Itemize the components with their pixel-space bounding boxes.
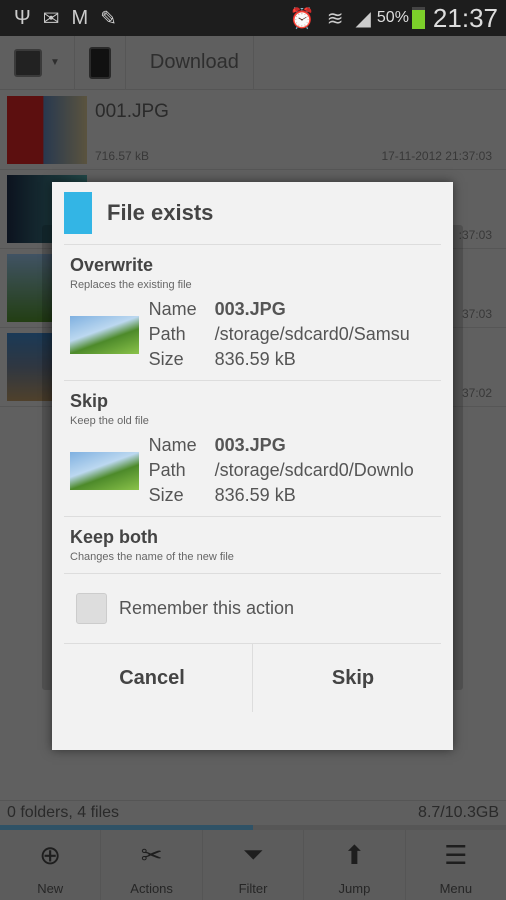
breadcrumb: ▼ Download xyxy=(0,35,506,90)
menu-icon: ☰ xyxy=(444,840,468,870)
tools-icon: ✂ xyxy=(140,840,163,870)
file-thumbnail xyxy=(70,451,139,490)
file-path: /storage/sdcard0/Downlo xyxy=(214,460,414,480)
path-label: Path xyxy=(148,460,186,480)
name-label: Name xyxy=(148,299,197,319)
status-bar: Ψ ✉ M ✎ ⏰ ≋ ◢ 50% 21:37 xyxy=(0,0,506,36)
alarm-icon: ⏰ xyxy=(289,7,315,30)
dialog-accent-icon xyxy=(64,192,92,234)
file-name: 003.JPG xyxy=(214,299,286,319)
actions-button[interactable]: ✂ Actions xyxy=(101,830,203,900)
option-title: Skip xyxy=(70,391,109,411)
file-row[interactable]: 001.JPG 716.57 kB 17-11-2012 21:37:03 xyxy=(0,91,506,170)
cancel-button[interactable]: Cancel xyxy=(52,644,253,712)
jump-button[interactable]: ⬆ Jump xyxy=(304,830,406,900)
size-label: Size xyxy=(148,349,184,369)
option-description: Keep the old file xyxy=(70,415,149,427)
device-icon xyxy=(14,48,42,77)
battery-icon xyxy=(411,7,425,29)
file-size: 836.59 kB xyxy=(214,485,296,505)
file-size: 836.59 kB xyxy=(214,349,296,369)
filter-button[interactable]: ⏷ Filter xyxy=(203,830,305,900)
option-title: Keep both xyxy=(70,527,158,547)
breadcrumb-download[interactable]: Download xyxy=(126,35,254,90)
remember-action-row[interactable]: Remember this action xyxy=(64,574,441,644)
dropdown-icon: ▼ xyxy=(50,57,60,68)
signal-icon: ◢ xyxy=(355,7,371,30)
skip-option[interactable]: Skip Keep the old file Name 003.JPG Path/s… xyxy=(64,381,441,517)
footer-status: 0 folders, 4 files 8.7/10.3GB xyxy=(0,800,506,825)
menu-button[interactable]: ☰ Menu xyxy=(406,830,506,900)
remember-checkbox[interactable] xyxy=(76,593,107,624)
storage-usage: 8.7/10.3GB xyxy=(418,804,499,821)
folder-file-count: 0 folders, 4 files xyxy=(7,804,120,821)
funnel-icon: ⏷ xyxy=(242,839,264,869)
tablet-icon xyxy=(88,46,111,79)
wifi-icon: ≋ xyxy=(326,7,344,30)
file-thumbnail xyxy=(70,315,139,354)
size-label: Size xyxy=(148,485,184,505)
pencil-icon: ✎ xyxy=(100,7,117,30)
option-description: Replaces the existing file xyxy=(70,279,192,291)
breadcrumb-storage[interactable] xyxy=(75,35,126,90)
bottom-toolbar: ⊕ New ✂ Actions ⏷ Filter ⬆ Jump ☰ Menu xyxy=(0,830,506,900)
arrow-up-icon: ⬆ xyxy=(343,840,366,870)
file-thumbnail xyxy=(7,96,87,164)
plus-circle-icon: ⊕ xyxy=(39,840,62,870)
clock: 21:37 xyxy=(432,2,498,33)
path-label: Path xyxy=(148,324,186,344)
skip-button[interactable]: Skip xyxy=(253,644,453,712)
battery-percent: 50% xyxy=(376,9,409,26)
new-button[interactable]: ⊕ New xyxy=(0,830,102,900)
option-title: Overwrite xyxy=(70,255,154,275)
gmail-icon: M xyxy=(71,6,89,29)
file-name: 003.JPG xyxy=(214,435,286,455)
overwrite-option[interactable]: Overwrite Replaces the existing file Nam… xyxy=(64,245,441,381)
name-label: Name xyxy=(148,435,197,455)
file-exists-dialog: File exists Overwrite Replaces the exist… xyxy=(52,182,453,750)
dialog-title: File exists xyxy=(107,200,214,225)
email-icon: ✉ xyxy=(42,7,60,30)
option-description: Changes the name of the new file xyxy=(70,551,234,563)
file-path: /storage/sdcard0/Samsu xyxy=(214,324,410,344)
keep-both-option[interactable]: Keep both Changes the name of the new fi… xyxy=(64,517,441,574)
breadcrumb-root[interactable]: ▼ xyxy=(0,35,75,90)
remember-label: Remember this action xyxy=(119,598,295,618)
usb-icon: Ψ xyxy=(14,6,31,29)
